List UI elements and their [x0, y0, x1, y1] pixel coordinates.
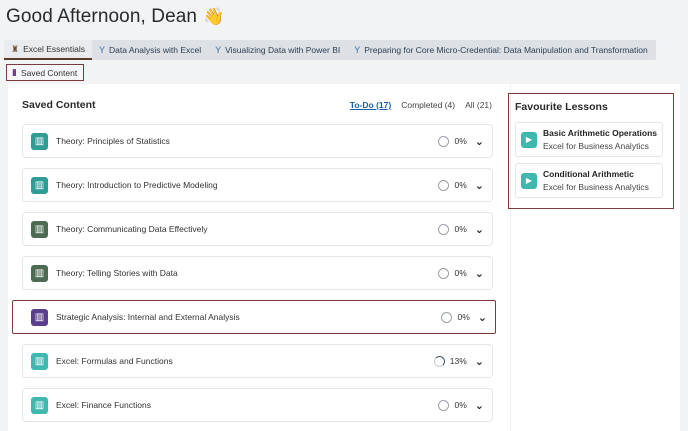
trophy-icon: Y: [354, 45, 361, 55]
tab-label: Preparing for Core Micro-Credential: Dat…: [364, 45, 648, 55]
progress-value: 0%: [454, 136, 467, 146]
lesson-text: Basic Arithmetic Operations Excel for Bu…: [543, 128, 657, 151]
chevron-down-icon[interactable]: ⌄: [475, 267, 484, 280]
progress-ring-icon: [433, 355, 445, 367]
waving-hand-icon: 👋: [203, 7, 225, 26]
badge-icon: ♜: [11, 43, 20, 54]
tab-excel-essentials[interactable]: ♜ Excel Essentials: [4, 40, 92, 60]
trophy-icon: Y: [98, 45, 105, 55]
chevron-down-icon[interactable]: ⌄: [475, 135, 484, 148]
book-icon: ▥: [31, 176, 48, 194]
book-icon: ▥: [31, 132, 48, 150]
item-progress: 0%: [441, 311, 470, 323]
list-item[interactable]: ▥ Theory: Principles of Statistics 0% ⌄: [22, 124, 493, 158]
saved-content-label: Saved Content: [20, 67, 78, 78]
lesson-course: Excel for Business Analytics: [543, 141, 649, 151]
progress-value: 0%: [454, 180, 467, 190]
chevron-down-icon[interactable]: ⌄: [478, 311, 487, 324]
progress-ring-icon: [441, 311, 453, 323]
book-icon: ▥: [31, 264, 48, 282]
progress-ring-icon: [438, 267, 450, 279]
filter-completed[interactable]: Completed (4): [401, 100, 455, 110]
list-item[interactable]: ▥ Theory: Telling Stories with Data 0% ⌄: [22, 256, 493, 290]
list-item[interactable]: ▥ Excel: Finance Functions 0% ⌄: [22, 388, 493, 422]
chevron-down-icon[interactable]: ⌄: [475, 179, 484, 192]
trophy-icon: Y: [215, 45, 222, 55]
progress-value: 13%: [449, 356, 467, 366]
tab-label: Visualizing Data with Power BI: [225, 45, 341, 55]
filter-todo[interactable]: To-Do (17): [350, 100, 391, 110]
item-title: Excel: Formulas and Functions: [56, 356, 173, 366]
chevron-down-icon[interactable]: ⌄: [475, 223, 484, 236]
greeting-heading: Good Afternoon, Dean 👋: [6, 6, 224, 28]
tab-data-analysis-with-excel[interactable]: Y Data Analysis with Excel: [92, 40, 208, 60]
tab-visualizing-data-power-bi[interactable]: Y Visualizing Data with Power BI: [208, 40, 347, 60]
book-icon: ▥: [31, 352, 48, 370]
item-progress: 0%: [438, 267, 467, 279]
book-icon: ▥: [31, 308, 48, 326]
lesson-name: Basic Arithmetic Operations: [543, 128, 657, 138]
program-tabs: ♜ Excel Essentials Y Data Analysis with …: [4, 40, 656, 60]
item-title: Theory: Communicating Data Effectively: [56, 224, 208, 234]
item-progress: 13%: [433, 355, 467, 367]
play-icon: ▶: [521, 172, 537, 189]
item-progress: 0%: [438, 223, 467, 235]
saved-content-title: Saved Content: [22, 99, 96, 111]
favourite-lesson-card[interactable]: ▶ Conditional Arithmetic Excel for Busin…: [515, 163, 663, 198]
progress-value: 0%: [457, 312, 470, 322]
bookmark-icon: ▮: [12, 67, 17, 77]
book-icon: ▥: [31, 220, 48, 238]
filter-all[interactable]: All (21): [465, 100, 492, 110]
content-panel: Saved Content To-Do (17) Completed (4) A…: [8, 84, 680, 431]
item-title: Theory: Introduction to Predictive Model…: [56, 180, 218, 190]
favourite-lessons-title: Favourite Lessons: [515, 101, 608, 113]
item-title: Excel: Finance Functions: [56, 400, 151, 410]
progress-value: 0%: [454, 224, 467, 234]
item-title: Strategic Analysis: Internal and Externa…: [56, 312, 240, 322]
list-item[interactable]: ▥ Excel: Formulas and Functions 13% ⌄: [22, 344, 493, 378]
chevron-down-icon[interactable]: ⌄: [475, 399, 484, 412]
item-title: Theory: Telling Stories with Data: [56, 268, 178, 278]
chevron-down-icon[interactable]: ⌄: [475, 355, 484, 368]
favourite-lessons-box: Favourite Lessons ▶ Basic Arithmetic Ope…: [508, 93, 674, 209]
item-progress: 0%: [438, 399, 467, 411]
progress-value: 0%: [454, 268, 467, 278]
progress-ring-icon: [438, 399, 450, 411]
list-item[interactable]: ▥ Theory: Introduction to Predictive Mod…: [22, 168, 493, 202]
lesson-name: Conditional Arithmetic: [543, 169, 634, 179]
greeting-text: Good Afternoon, Dean: [6, 6, 198, 27]
progress-ring-icon: [438, 135, 450, 147]
progress-ring-icon: [438, 223, 450, 235]
item-progress: 0%: [438, 135, 467, 147]
list-item[interactable]: ▥ Theory: Communicating Data Effectively…: [22, 212, 493, 246]
play-icon: ▶: [521, 131, 537, 148]
tab-core-micro-credential[interactable]: Y Preparing for Core Micro-Credential: D…: [347, 40, 654, 60]
tab-label: Data Analysis with Excel: [108, 45, 202, 55]
progress-value: 0%: [454, 400, 467, 410]
lesson-course: Excel for Business Analytics: [543, 182, 649, 192]
item-progress: 0%: [438, 179, 467, 191]
item-title: Theory: Principles of Statistics: [56, 136, 170, 146]
favourite-lesson-card[interactable]: ▶ Basic Arithmetic Operations Excel for …: [515, 122, 663, 157]
saved-content-button[interactable]: ▮ Saved Content: [6, 64, 84, 81]
tab-label: Excel Essentials: [23, 44, 85, 54]
lesson-text: Conditional Arithmetic Excel for Busines…: [543, 169, 649, 192]
saved-content-filters: To-Do (17) Completed (4) All (21): [350, 100, 492, 110]
saved-content-list: ▥ Theory: Principles of Statistics 0% ⌄ …: [12, 124, 496, 431]
progress-ring-icon: [438, 179, 450, 191]
list-item-highlighted[interactable]: ▥ Strategic Analysis: Internal and Exter…: [12, 300, 496, 334]
book-icon: ▥: [31, 396, 48, 414]
